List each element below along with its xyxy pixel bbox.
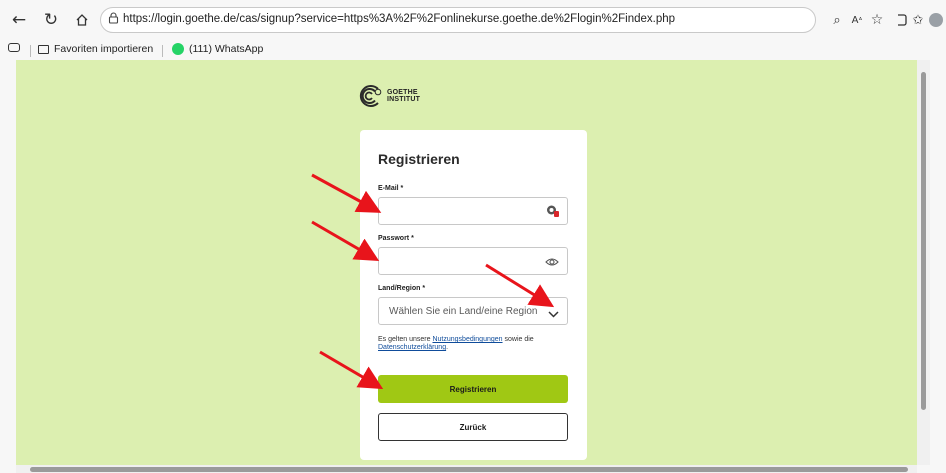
- back-button[interactable]: Zurück: [378, 413, 568, 441]
- sidebar-toggle-icon[interactable]: [8, 43, 20, 52]
- bookmark-import[interactable]: Favoriten importieren: [38, 43, 153, 55]
- page-viewport: GOETHE INSTITUT Registrieren E-Mail * Pa…: [16, 60, 917, 465]
- page-title: Registrieren: [378, 151, 460, 167]
- legal-middle: sowie die: [502, 336, 534, 343]
- horizontal-scroll-thumb[interactable]: [30, 467, 908, 472]
- legal-prefix: Es gelten unsere: [378, 336, 433, 343]
- address-bar[interactable]: https://login.goethe.de/cas/signup?servi…: [100, 7, 816, 33]
- region-select[interactable]: Wählen Sie ein Land/eine Region: [378, 297, 568, 325]
- horizontal-scrollbar[interactable]: [16, 465, 917, 473]
- terms-link[interactable]: Nutzungsbedingungen: [432, 336, 502, 343]
- browser-window: ← ↻ https://login.goethe.de/cas/signup?s…: [0, 0, 946, 473]
- zoom-icon[interactable]: ⌕: [826, 9, 848, 31]
- region-label: Land/Region *: [378, 285, 426, 292]
- password-field[interactable]: [378, 247, 568, 275]
- logo-line-1: GOETHE: [387, 89, 418, 96]
- legal-notice: Es gelten unsere Nutzungsbedingungen sow…: [378, 336, 573, 352]
- bookmark-import-label: Favoriten importieren: [54, 43, 154, 55]
- password-label: Passwort *: [378, 235, 414, 242]
- back-arrow-icon[interactable]: ←: [8, 9, 30, 31]
- favorite-star-icon[interactable]: ☆: [866, 9, 888, 31]
- email-field[interactable]: [378, 197, 568, 225]
- lock-icon[interactable]: [108, 12, 119, 28]
- refresh-icon[interactable]: ↻: [40, 9, 62, 31]
- goethe-logo[interactable]: GOETHE INSTITUT: [356, 84, 420, 108]
- bookmark-whatsapp[interactable]: (111) WhatsApp: [172, 43, 263, 55]
- region-select-value: Wählen Sie ein Land/eine Region: [389, 306, 538, 317]
- import-folder-icon: [38, 44, 49, 54]
- vertical-scroll-thumb[interactable]: [921, 72, 926, 410]
- show-password-icon[interactable]: [545, 256, 559, 270]
- chevron-down-icon[interactable]: [548, 307, 559, 321]
- goethe-logo-icon: [359, 85, 382, 107]
- logo-line-2: INSTITUT: [387, 96, 421, 103]
- browser-toolbar: ← ↻ https://login.goethe.de/cas/signup?s…: [0, 0, 946, 40]
- read-aloud-icon[interactable]: Aᐞ: [846, 9, 868, 31]
- password-manager-icon[interactable]: [546, 204, 559, 220]
- bookmarks-bar: Favoriten importieren (111) WhatsApp: [0, 40, 946, 60]
- side-panel-strip: [930, 60, 946, 473]
- vertical-scrollbar[interactable]: [917, 60, 930, 465]
- signup-card: Registrieren E-Mail * Passwort * Land/Re…: [360, 130, 587, 460]
- profile-icon[interactable]: [925, 9, 946, 31]
- bookmarks-divider: [162, 45, 163, 57]
- whatsapp-icon: [172, 43, 184, 55]
- email-label: E-Mail *: [378, 185, 404, 192]
- home-icon[interactable]: [71, 9, 93, 31]
- privacy-link[interactable]: Datenschutzerklärung: [378, 344, 446, 351]
- register-button[interactable]: Registrieren: [378, 375, 568, 403]
- url-text[interactable]: https://login.goethe.de/cas/signup?servi…: [123, 13, 675, 25]
- bookmark-whatsapp-label: (111) WhatsApp: [189, 43, 264, 55]
- legal-suffix: .: [446, 344, 449, 351]
- bookmarks-divider: [30, 45, 31, 57]
